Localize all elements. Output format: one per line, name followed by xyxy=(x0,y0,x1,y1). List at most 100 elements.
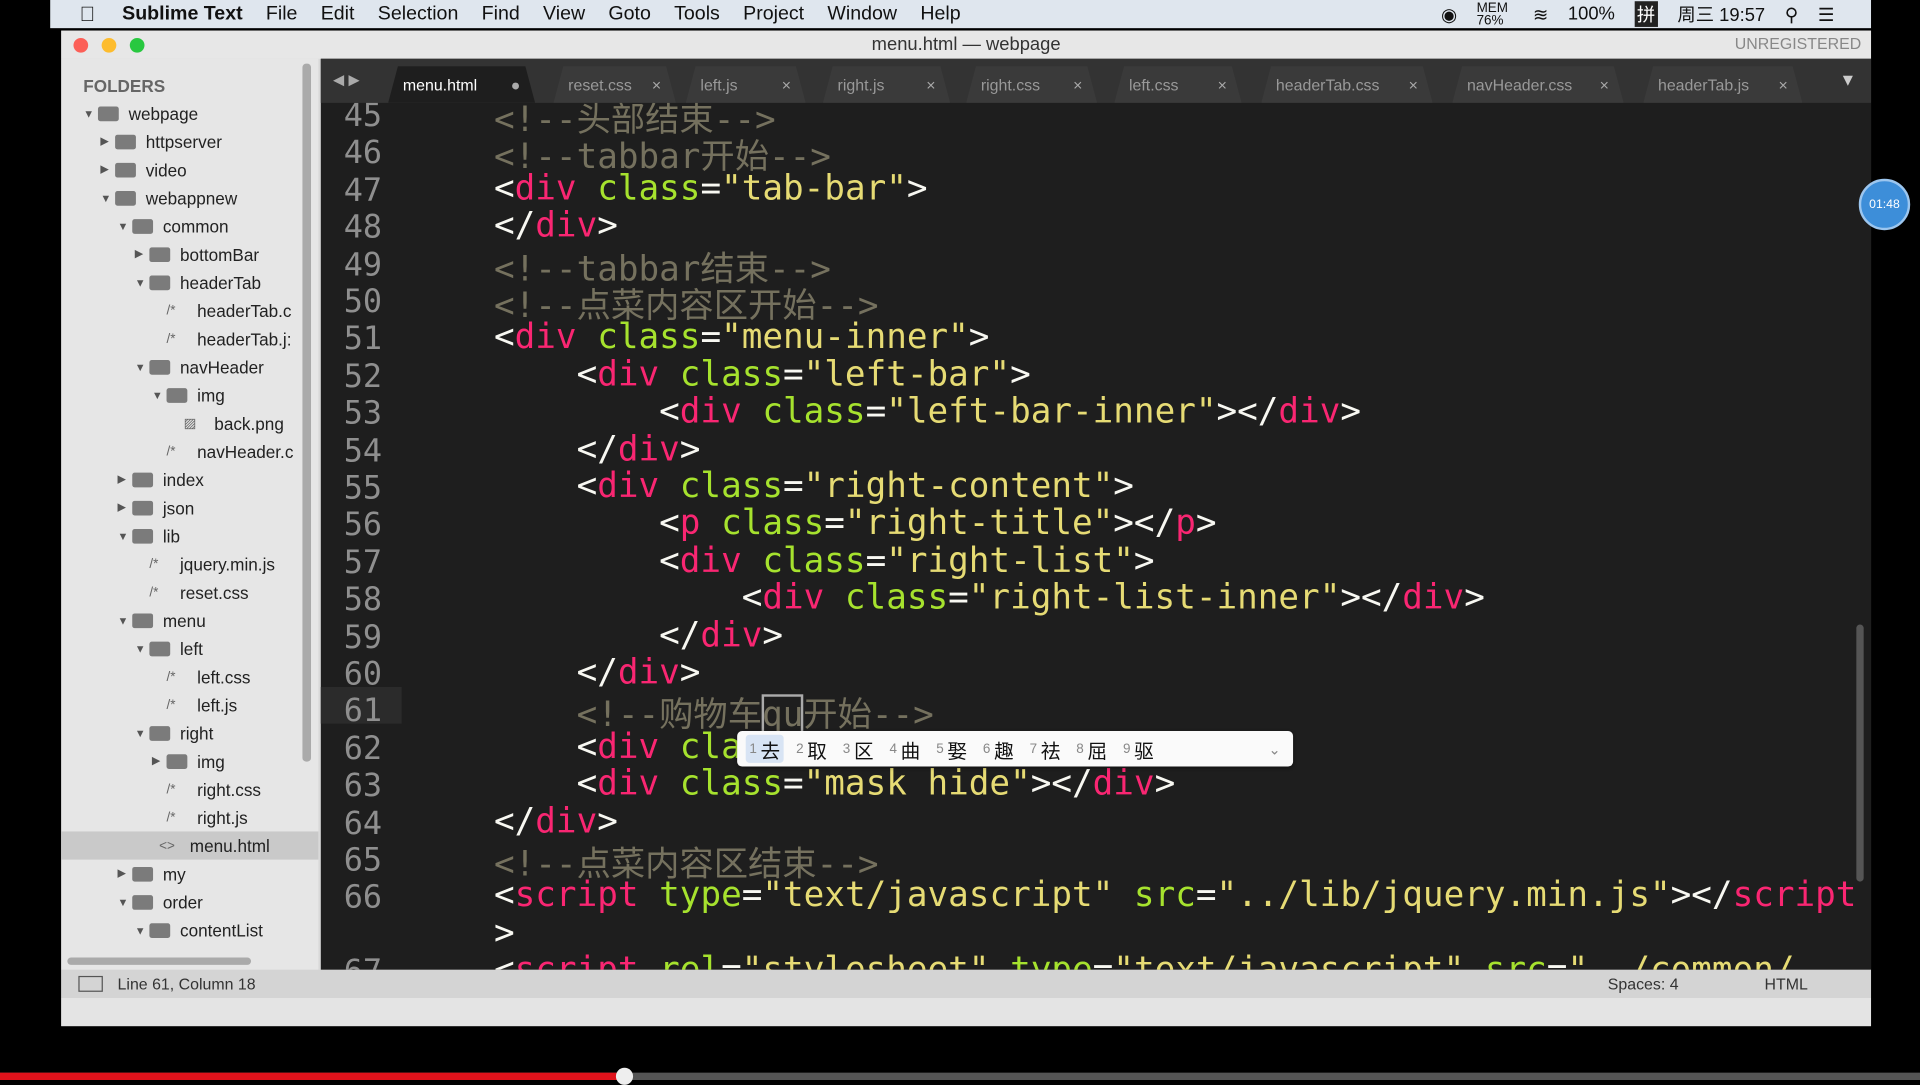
tab-right-js[interactable]: right.js × xyxy=(823,66,950,103)
menu-find[interactable]: Find xyxy=(482,3,520,25)
disclosure-closed-icon[interactable]: ▶ xyxy=(118,867,133,880)
search-icon[interactable]: ⚲ xyxy=(1785,3,1798,25)
sidebar-item-contentlist[interactable]: ▼ contentList xyxy=(135,916,263,944)
tab-headertab-css[interactable]: headerTab.css × xyxy=(1261,66,1432,103)
sidebar-item-navheader[interactable]: ▼ navHeader xyxy=(135,353,264,381)
menu-goto[interactable]: Goto xyxy=(608,3,650,25)
sidebar-item-left-css[interactable]: /* left.css xyxy=(152,662,251,690)
close-tab-icon[interactable]: × xyxy=(926,75,935,93)
disclosure-open-icon[interactable]: ▼ xyxy=(135,276,150,288)
disclosure-open-icon[interactable]: ▼ xyxy=(118,614,133,626)
disclosure-open-icon[interactable]: ▼ xyxy=(135,642,150,654)
sidebar-item-reset-css[interactable]: /* reset.css xyxy=(135,578,248,606)
expand-candidates-icon[interactable]: ⌄ xyxy=(1268,740,1280,757)
disclosure-open-icon[interactable]: ▼ xyxy=(118,220,133,232)
indentation-setting[interactable]: Spaces: 4 xyxy=(1608,975,1679,993)
close-tab-icon[interactable]: × xyxy=(1600,75,1609,93)
app-menu[interactable]: Sublime Text xyxy=(122,3,242,25)
disclosure-closed-icon[interactable]: ▶ xyxy=(118,473,133,486)
disclosure-open-icon[interactable]: ▼ xyxy=(135,924,150,936)
sidebar-item-back-png[interactable]: ▨ back.png xyxy=(169,409,284,437)
clock[interactable]: 周三 19:57 xyxy=(1677,1,1765,27)
sidebar-item-img[interactable]: ▶ img xyxy=(152,747,225,775)
disclosure-closed-icon[interactable]: ▶ xyxy=(152,754,167,767)
tab-headertab-js[interactable]: headerTab.js × xyxy=(1643,66,1802,103)
sidebar-item-img[interactable]: ▼ img xyxy=(152,381,225,409)
record-icon[interactable]: ◉ xyxy=(1441,3,1457,25)
menu-file[interactable]: File xyxy=(266,3,298,25)
console-toggle-icon[interactable] xyxy=(78,975,103,992)
tab-navheader-css[interactable]: navHeader.css × xyxy=(1452,66,1623,103)
tab-left-css[interactable]: left.css × xyxy=(1114,66,1241,103)
disclosure-closed-icon[interactable]: ▶ xyxy=(118,501,133,514)
sidebar-item-httpserver[interactable]: ▶ httpserver xyxy=(100,127,222,155)
code-area[interactable]: 45 <!--头部结束--> 46 <!--tabbar开始--> 47 <div … xyxy=(321,103,1858,970)
notification-list-icon[interactable]: ☰ xyxy=(1818,3,1834,25)
tab-right-css[interactable]: right.css × xyxy=(966,66,1097,103)
sidebar-item-jquery-min-js[interactable]: /* jquery.min.js xyxy=(135,550,275,578)
menu-view[interactable]: View xyxy=(543,3,585,25)
sidebar-item-right[interactable]: ▼ right xyxy=(135,719,214,747)
video-progress-bar[interactable] xyxy=(0,1067,1920,1085)
sidebar-item-navheader-c[interactable]: /* navHeader.c xyxy=(152,437,294,465)
disclosure-closed-icon[interactable]: ▶ xyxy=(135,247,150,260)
sidebar-item-headertab-c[interactable]: /* headerTab.c xyxy=(152,296,292,324)
sidebar-item-video[interactable]: ▶ video xyxy=(100,156,186,184)
menu-selection[interactable]: Selection xyxy=(378,3,459,25)
close-tab-icon[interactable]: × xyxy=(1778,75,1787,93)
sidebar-item-lib[interactable]: ▼ lib xyxy=(118,522,180,550)
disclosure-open-icon[interactable]: ▼ xyxy=(135,727,150,739)
battery-indicator[interactable]: 100% xyxy=(1568,4,1615,25)
syntax-setting[interactable]: HTML xyxy=(1764,975,1807,993)
ime-candidate[interactable]: 7祛 xyxy=(1026,735,1064,763)
tab-nav-arrows-icon[interactable]: ◀ ▶ xyxy=(333,71,360,88)
menu-project[interactable]: Project xyxy=(743,3,804,25)
disclosure-open-icon[interactable]: ▼ xyxy=(152,389,167,401)
sidebar-item-menu[interactable]: ▼ menu xyxy=(118,606,206,634)
close-tab-icon[interactable]: × xyxy=(1073,75,1082,93)
close-tab-icon[interactable]: × xyxy=(1409,75,1418,93)
tab-reset-css[interactable]: reset.css × xyxy=(553,66,675,103)
disclosure-open-icon[interactable]: ▼ xyxy=(118,530,133,542)
menu-help[interactable]: Help xyxy=(920,3,960,25)
sidebar-horizontal-scrollbar[interactable] xyxy=(67,957,252,965)
editor-scrollbar[interactable] xyxy=(1856,624,1864,882)
sidebar-item-common[interactable]: ▼ common xyxy=(118,212,229,240)
sidebar-item-json[interactable]: ▶ json xyxy=(118,493,195,521)
ime-candidate[interactable]: 5娶 xyxy=(933,735,971,763)
disclosure-open-icon[interactable]: ▼ xyxy=(118,896,133,908)
disclosure-open-icon[interactable]: ▼ xyxy=(100,192,115,204)
video-progress-handle[interactable] xyxy=(615,1067,633,1085)
sidebar-item-my[interactable]: ▶ my xyxy=(118,860,186,888)
sidebar-item-headertab-j-[interactable]: /* headerTab.j: xyxy=(152,324,292,352)
disclosure-closed-icon[interactable]: ▶ xyxy=(100,163,115,176)
ime-candidate[interactable]: 8屈 xyxy=(1073,735,1111,763)
tab-menu-html[interactable]: menu.html ● xyxy=(388,66,535,103)
input-method-icon[interactable]: 拼 xyxy=(1634,1,1658,27)
unsaved-dot-icon[interactable]: ● xyxy=(511,75,521,93)
sidebar-item-webappnew[interactable]: ▼ webappnew xyxy=(100,184,237,212)
sidebar-item-headertab[interactable]: ▼ headerTab xyxy=(135,268,261,296)
menu-window[interactable]: Window xyxy=(827,3,897,25)
ime-candidate[interactable]: 4曲 xyxy=(886,735,924,763)
sidebar-vertical-scrollbar[interactable] xyxy=(302,63,312,762)
menu-edit[interactable]: Edit xyxy=(321,3,355,25)
sidebar-item-webpage[interactable]: ▼ webpage xyxy=(83,99,198,127)
tab-left-js[interactable]: left.js × xyxy=(686,66,806,103)
sidebar-item-right-css[interactable]: /* right.css xyxy=(152,775,261,803)
apple-icon[interactable]:  xyxy=(80,2,96,26)
ime-candidate[interactable]: 6趣 xyxy=(979,735,1017,763)
ime-candidate[interactable]: 3区 xyxy=(839,735,877,763)
sidebar-item-order[interactable]: ▼ order xyxy=(118,888,203,916)
disclosure-open-icon[interactable]: ▼ xyxy=(83,107,98,119)
sidebar-item-menu-html[interactable]: <> menu.html xyxy=(61,831,319,860)
disclosure-closed-icon[interactable]: ▶ xyxy=(100,135,115,148)
ime-candidate[interactable]: 2取 xyxy=(792,735,830,763)
sidebar-item-left-js[interactable]: /* left.js xyxy=(152,691,238,719)
close-tab-icon[interactable]: × xyxy=(1218,75,1227,93)
close-tab-icon[interactable]: × xyxy=(782,75,791,93)
sidebar-item-left[interactable]: ▼ left xyxy=(135,634,203,662)
ime-candidate[interactable]: 9驱 xyxy=(1119,735,1157,763)
menu-tools[interactable]: Tools xyxy=(674,3,720,25)
sidebar-item-index[interactable]: ▶ index xyxy=(118,465,204,493)
